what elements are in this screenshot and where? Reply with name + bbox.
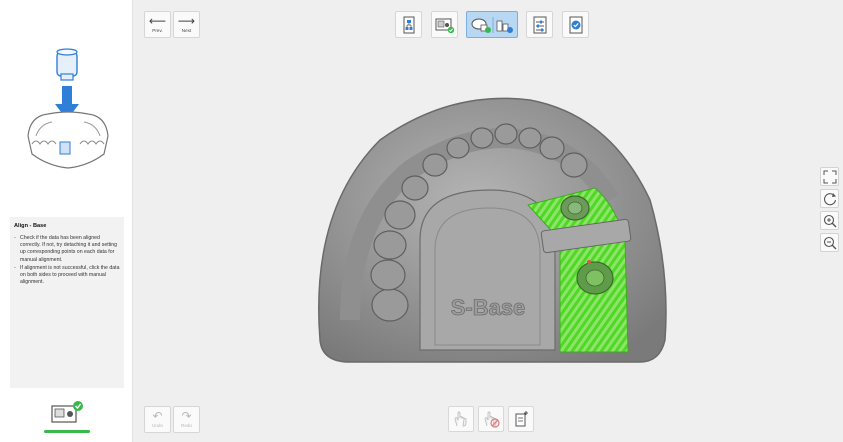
arrow-right-icon: ⟶ <box>177 14 196 28</box>
guide-list: Check if the data has been aligned corre… <box>14 235 120 286</box>
fit-view-button[interactable] <box>820 167 839 186</box>
stage-scan-data-icon[interactable] <box>50 400 84 424</box>
undo-icon: ↶ <box>152 409 163 423</box>
tool-settings-button[interactable] <box>526 11 553 38</box>
align-base-illustration <box>27 48 109 169</box>
model-base-text: S-Base <box>451 295 526 320</box>
zoom-out-button[interactable] <box>820 233 839 252</box>
tree-hierarchy-icon <box>403 16 414 33</box>
guide-title: Align - Base <box>14 223 47 229</box>
hand-select-icon <box>454 411 467 427</box>
select-data-button[interactable] <box>448 406 474 432</box>
add-point-button[interactable] <box>508 406 534 432</box>
tool-complete-button[interactable] <box>562 11 589 38</box>
prev-button[interactable]: ⟵ Prev. <box>144 11 171 38</box>
tool-scan-data-button[interactable] <box>431 11 458 38</box>
tool-align-button[interactable] <box>466 11 518 38</box>
document-point-icon <box>515 411 528 427</box>
hand-cancel-icon <box>484 411 500 428</box>
zoom-out-icon <box>823 236 836 249</box>
tool-hierarchy-button[interactable] <box>395 11 422 38</box>
reset-view-button[interactable] <box>820 189 839 208</box>
sliders-icon <box>533 16 546 33</box>
deselect-data-button[interactable] <box>478 406 504 432</box>
shield-check-icon <box>569 16 582 33</box>
align-data-icon <box>471 16 513 33</box>
redo-icon: ↷ <box>181 409 192 423</box>
zoom-in-icon <box>823 214 836 227</box>
expand-icon <box>823 170 836 183</box>
rotate-icon <box>823 192 836 205</box>
arrow-left-icon: ⟵ <box>148 14 167 28</box>
guide-panel: Align - Base Check if the data has been … <box>10 217 124 388</box>
redo-button[interactable]: ↷ Redo <box>173 406 200 433</box>
dental-model-3d-view[interactable]: S-Base <box>310 90 670 365</box>
guide-item: Check if the data has been aligned corre… <box>14 235 120 264</box>
scan-data-check-icon <box>435 18 454 33</box>
guide-item: If alignment is not successful, click th… <box>14 265 120 287</box>
stage-progress-bar <box>44 430 90 433</box>
undo-button[interactable]: ↶ Undo <box>144 406 171 433</box>
zoom-in-button[interactable] <box>820 211 839 230</box>
left-sidebar: Align - Base Check if the data has been … <box>0 0 133 442</box>
next-button[interactable]: ⟶ Next <box>173 11 200 38</box>
